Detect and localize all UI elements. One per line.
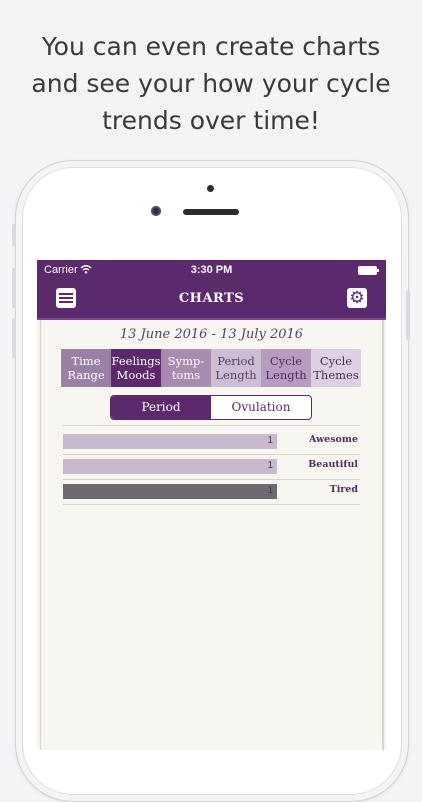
tab-period-length[interactable]: Period Length <box>211 349 261 387</box>
bar-value-label: 1 <box>267 435 273 446</box>
segment-ovulation[interactable]: Ovulation <box>211 396 311 419</box>
category-label: Beautiful <box>308 459 358 470</box>
volume-down-button <box>12 318 16 358</box>
tab-time-range[interactable]: Time Range <box>61 349 111 387</box>
chart-tabs: Time Range Feelings Moods Symp- toms Per… <box>61 349 361 387</box>
chart-row: 1 Tired <box>63 480 360 504</box>
chart-row: 1 Awesome <box>63 430 360 454</box>
power-button <box>406 290 410 340</box>
tab-cycle-length[interactable]: Cycle Length <box>261 349 311 387</box>
proximity-sensor <box>207 185 214 192</box>
status-bar: Carrier 3:30 PM <box>37 260 386 280</box>
bar-value-label: 1 <box>267 460 273 471</box>
headline-line-3: trends over time! <box>102 106 320 135</box>
earpiece-speaker <box>183 209 239 215</box>
category-label: Tired <box>329 484 358 495</box>
status-time: 3:30 PM <box>190 264 233 276</box>
side-button <box>12 224 16 246</box>
gear-icon[interactable]: ⚙ <box>347 288 367 308</box>
chart-row: 1 Beautiful <box>63 455 360 479</box>
date-range: 13 June 2016 - 13 July 2016 <box>119 327 304 342</box>
category-label: Awesome <box>309 434 358 445</box>
tab-cycle-themes[interactable]: Cycle Themes <box>311 349 361 387</box>
front-camera-icon <box>151 206 161 216</box>
headline: You can even create charts and see your … <box>0 28 422 139</box>
volume-up-button <box>12 268 16 308</box>
headline-line-2: and see your how your cycle <box>31 69 391 98</box>
app-screen: Carrier 3:30 PM CHARTS ⚙ 13 June 2016 - … <box>37 260 386 750</box>
chart-bar: 1 <box>63 484 277 499</box>
bar-value-label: 1 <box>267 485 273 496</box>
segment-period[interactable]: Period <box>111 396 211 419</box>
tab-symptoms[interactable]: Symp- toms <box>161 349 211 387</box>
page-title: CHARTS <box>178 291 245 306</box>
row-divider <box>63 504 360 505</box>
battery-icon <box>358 266 379 275</box>
chart-bar: 1 <box>63 434 277 449</box>
chart-top-divider <box>63 425 360 426</box>
nav-bar: CHARTS ⚙ <box>37 280 386 320</box>
headline-line-1: You can even create charts <box>41 32 381 61</box>
tab-feelings-moods[interactable]: Feelings Moods <box>111 349 161 387</box>
chart-bar: 1 <box>63 459 277 474</box>
period-ovulation-toggle: Period Ovulation <box>110 395 312 420</box>
